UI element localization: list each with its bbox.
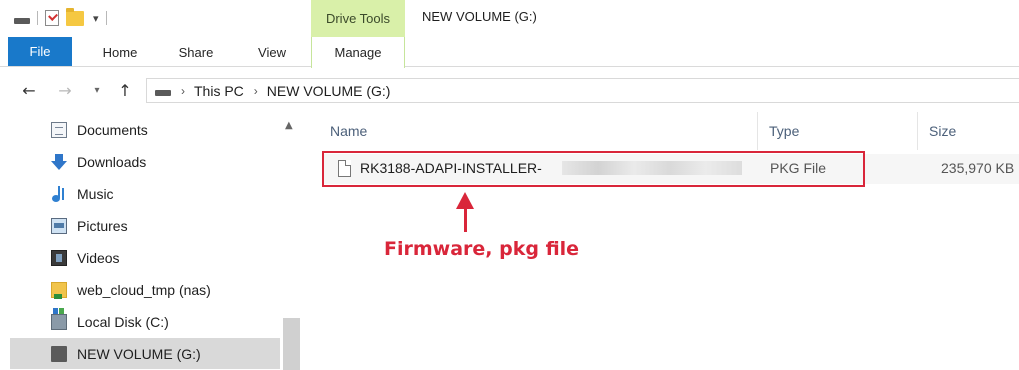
documents-icon (51, 122, 67, 138)
quick-access-toolbar: ▾ (14, 7, 107, 28)
annotation-arrow-shaft (464, 208, 467, 232)
sidebar-item-music[interactable]: Music (10, 178, 280, 209)
sidebar-item-downloads[interactable]: Downloads (10, 146, 280, 177)
sidebar-item-label: Videos (77, 249, 120, 266)
back-arrow-icon[interactable]: ← (18, 80, 40, 100)
sidebar-item-label: Pictures (77, 217, 128, 234)
drive-icon (51, 346, 67, 362)
drive-icon (155, 89, 171, 96)
tab-share[interactable]: Share (160, 37, 232, 67)
sidebar-item-label: web_cloud_tmp (nas) (77, 281, 211, 298)
scroll-up-arrow-icon[interactable]: ▲ (285, 120, 293, 131)
drive-tools-header: Drive Tools (311, 0, 405, 37)
sidebar-item-label: Documents (77, 121, 148, 138)
ribbon-tabs: File Home Share View Manage (0, 37, 1019, 68)
address-bar[interactable]: › This PC › NEW VOLUME (G:) (146, 78, 1019, 103)
pictures-icon (51, 218, 67, 234)
drive-icon (14, 18, 30, 24)
sidebar-item-label: Music (77, 185, 114, 202)
sidebar-item-new-volume[interactable]: NEW VOLUME (G:) (10, 338, 280, 369)
sidebar-item-documents[interactable]: Documents (10, 114, 280, 145)
tab-view[interactable]: View (240, 37, 304, 67)
properties-icon[interactable] (45, 10, 59, 26)
videos-icon (51, 250, 67, 266)
tab-file[interactable]: File (8, 37, 72, 66)
tab-manage[interactable]: Manage (311, 37, 405, 68)
breadcrumb-this-pc[interactable]: This PC (194, 83, 244, 99)
local-disk-icon (51, 308, 67, 330)
title-bar: ▾ Drive Tools NEW VOLUME (G:) (0, 0, 1019, 37)
column-header-name[interactable]: Name (330, 112, 760, 150)
window-title: NEW VOLUME (G:) (422, 9, 537, 24)
tab-home[interactable]: Home (88, 37, 152, 67)
sidebar-item-pictures[interactable]: Pictures (10, 210, 280, 241)
navigation-pane: Documents Downloads Music Pictures Video… (0, 112, 302, 370)
new-folder-icon[interactable] (66, 7, 84, 26)
sidebar-scrollbar-thumb[interactable] (283, 318, 300, 370)
recent-locations-chevron-icon[interactable]: ▾ (90, 80, 104, 100)
annotation-arrow-icon (456, 192, 474, 209)
toolbar-separator (37, 11, 38, 25)
breadcrumb-new-volume[interactable]: NEW VOLUME (G:) (267, 83, 391, 99)
sidebar-item-videos[interactable]: Videos (10, 242, 280, 273)
annotation-label: Firmware, pkg file (384, 238, 580, 260)
navigation-bar: ← → ▾ ↑ › This PC › NEW VOLUME (G:) (0, 68, 1019, 112)
customize-toolbar-dropdown[interactable]: ▾ (93, 12, 99, 25)
music-icon (51, 186, 67, 202)
annotation-highlight-box (322, 151, 865, 187)
sidebar-item-web-cloud-tmp[interactable]: web_cloud_tmp (nas) (10, 274, 280, 305)
sidebar-item-label: Downloads (77, 153, 147, 170)
column-divider[interactable] (757, 112, 758, 150)
forward-arrow-icon[interactable]: → (54, 80, 76, 100)
toolbar-separator (105, 11, 107, 25)
breadcrumb-chevron-icon[interactable]: › (181, 84, 185, 98)
file-size: 235,970 KB (941, 160, 1015, 176)
sidebar-item-local-disk[interactable]: Local Disk (C:) (10, 306, 280, 337)
up-arrow-icon[interactable]: ↑ (114, 80, 136, 100)
network-drive-icon (51, 282, 67, 299)
downloads-icon (51, 154, 67, 170)
column-header-type[interactable]: Type (769, 112, 919, 150)
column-divider[interactable] (917, 112, 918, 150)
sidebar-item-label: Local Disk (C:) (77, 313, 169, 330)
sidebar-item-label: NEW VOLUME (G:) (77, 345, 201, 362)
breadcrumb-chevron-icon[interactable]: › (254, 84, 258, 98)
column-header-size[interactable]: Size (929, 112, 1019, 150)
